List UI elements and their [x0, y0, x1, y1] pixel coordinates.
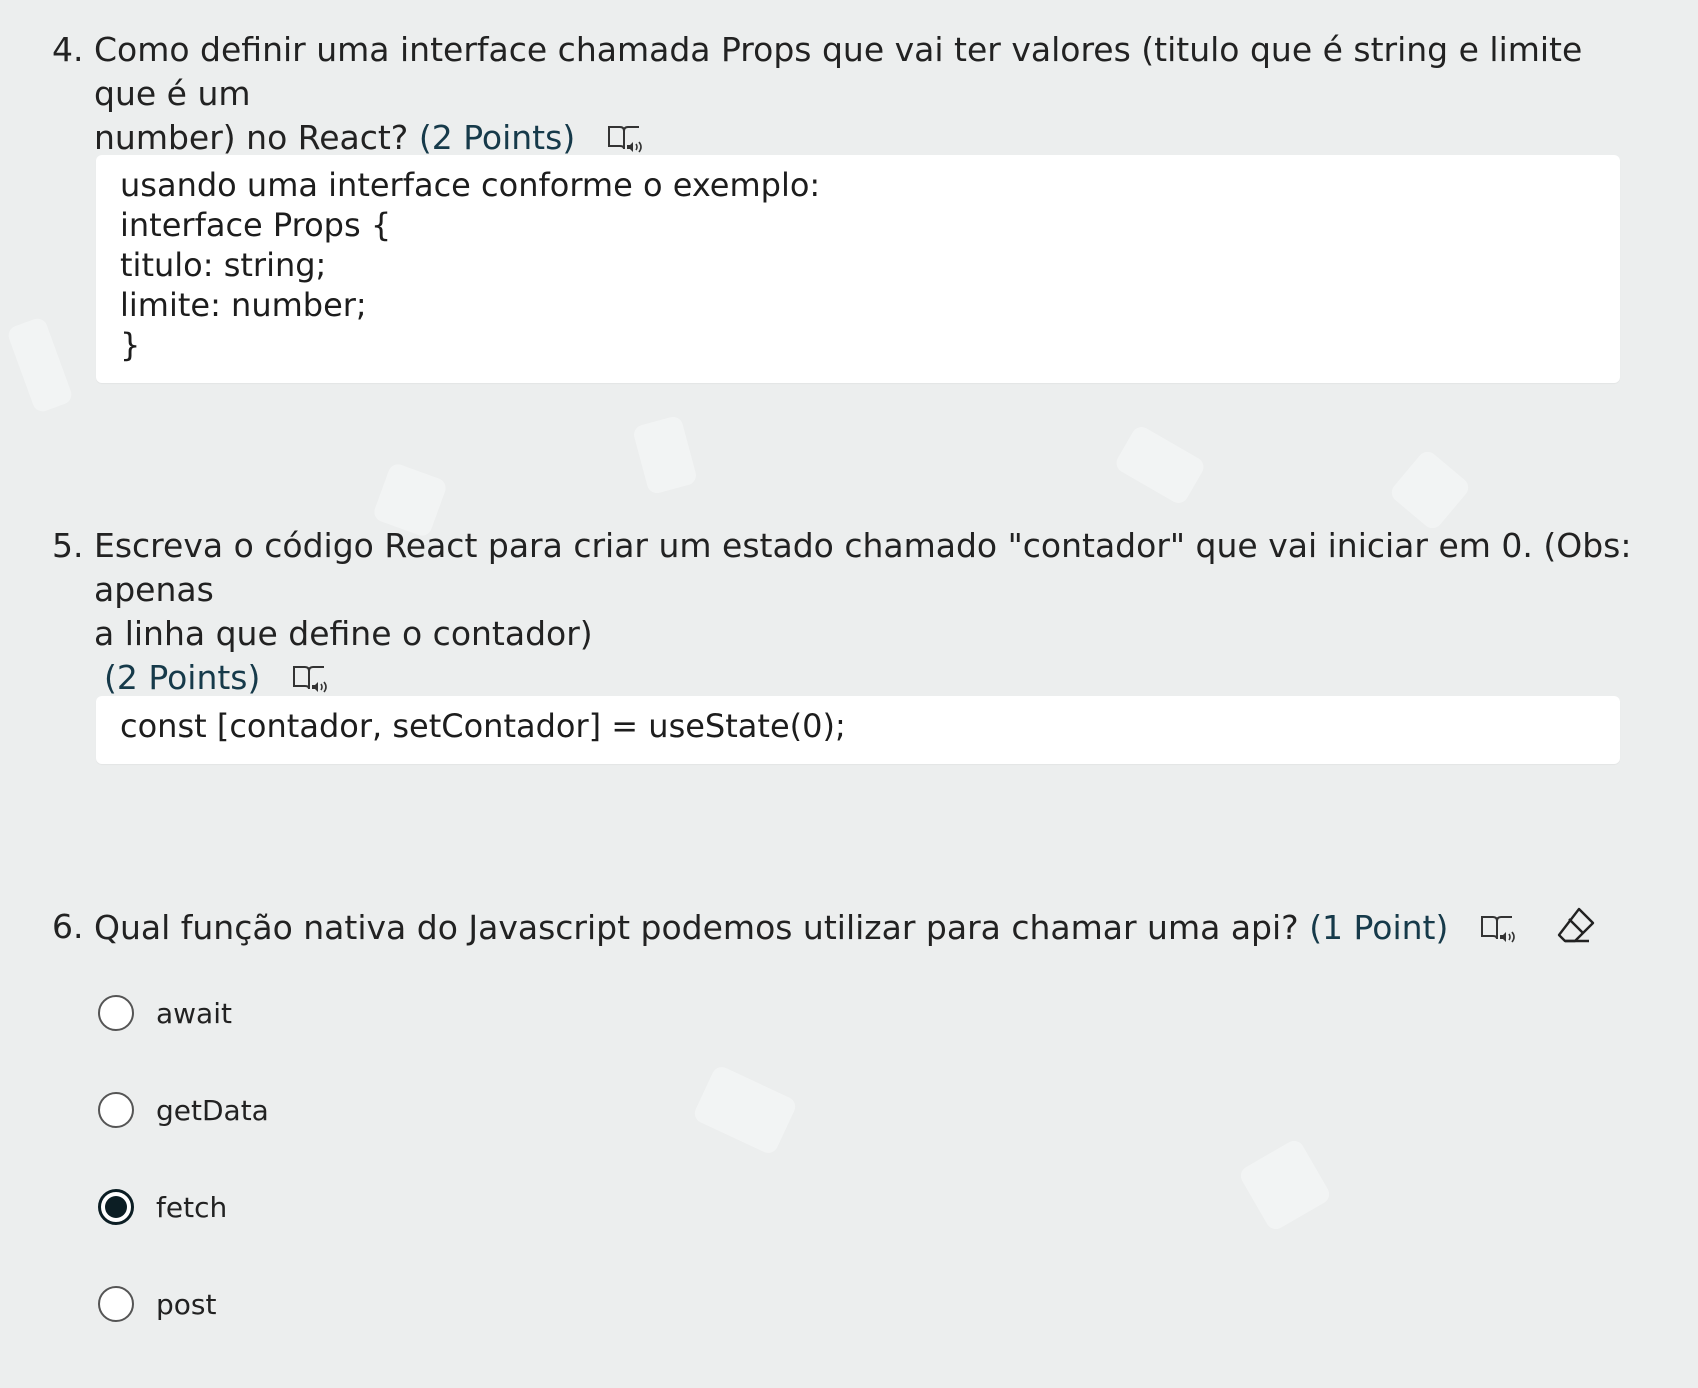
question-text-line1: Escreva o código React para criar um est…: [94, 526, 1632, 609]
question-number: 4.: [52, 30, 84, 69]
question-number: 6.: [52, 907, 84, 946]
eraser-icon[interactable]: [1555, 905, 1597, 947]
question-text-line2: a linha que define o contador): [94, 614, 593, 653]
radio-button[interactable]: [98, 995, 134, 1031]
radio-button[interactable]: [98, 1092, 134, 1128]
question-points: (2 Points): [418, 118, 576, 157]
radio-button-selected[interactable]: [98, 1189, 134, 1225]
question-text: Qual função nativa do Javascript podemos…: [94, 908, 1299, 947]
question-5-title: 5. Escreva o código React para criar um …: [52, 524, 1652, 700]
question-points: (2 Points): [104, 658, 261, 697]
question-4-title: 4. Como definir uma interface chamada Pr…: [52, 28, 1652, 160]
question-4: 4. Como definir uma interface chamada Pr…: [52, 28, 1652, 160]
option-await[interactable]: await: [98, 991, 232, 1035]
immersive-reader-icon[interactable]: [606, 123, 644, 155]
option-label[interactable]: fetch: [156, 1191, 227, 1224]
option-post[interactable]: post: [98, 1282, 216, 1326]
option-getdata[interactable]: getData: [98, 1088, 269, 1132]
answer-text-area-q4[interactable]: usando uma interface conforme o exemplo:…: [96, 155, 1620, 383]
answer-text-area-q5[interactable]: const [contador, setContador] = useState…: [96, 696, 1620, 764]
question-text-line2: number) no React?: [94, 118, 409, 157]
immersive-reader-icon[interactable]: [291, 663, 329, 695]
option-label[interactable]: getData: [156, 1094, 269, 1127]
question-number: 5.: [52, 526, 84, 565]
question-6: 6. Qual função nativa do Javascript pode…: [52, 905, 1652, 950]
option-label[interactable]: post: [156, 1288, 216, 1321]
question-points: (1 Point): [1309, 908, 1449, 947]
question-6-title: 6. Qual função nativa do Javascript pode…: [52, 905, 1652, 950]
radio-button[interactable]: [98, 1286, 134, 1322]
option-label[interactable]: await: [156, 997, 232, 1030]
question-5: 5. Escreva o código React para criar um …: [52, 524, 1652, 700]
option-fetch[interactable]: fetch: [98, 1185, 227, 1229]
immersive-reader-icon[interactable]: [1479, 913, 1517, 945]
question-text-line1: Como definir uma interface chamada Props…: [94, 30, 1583, 113]
